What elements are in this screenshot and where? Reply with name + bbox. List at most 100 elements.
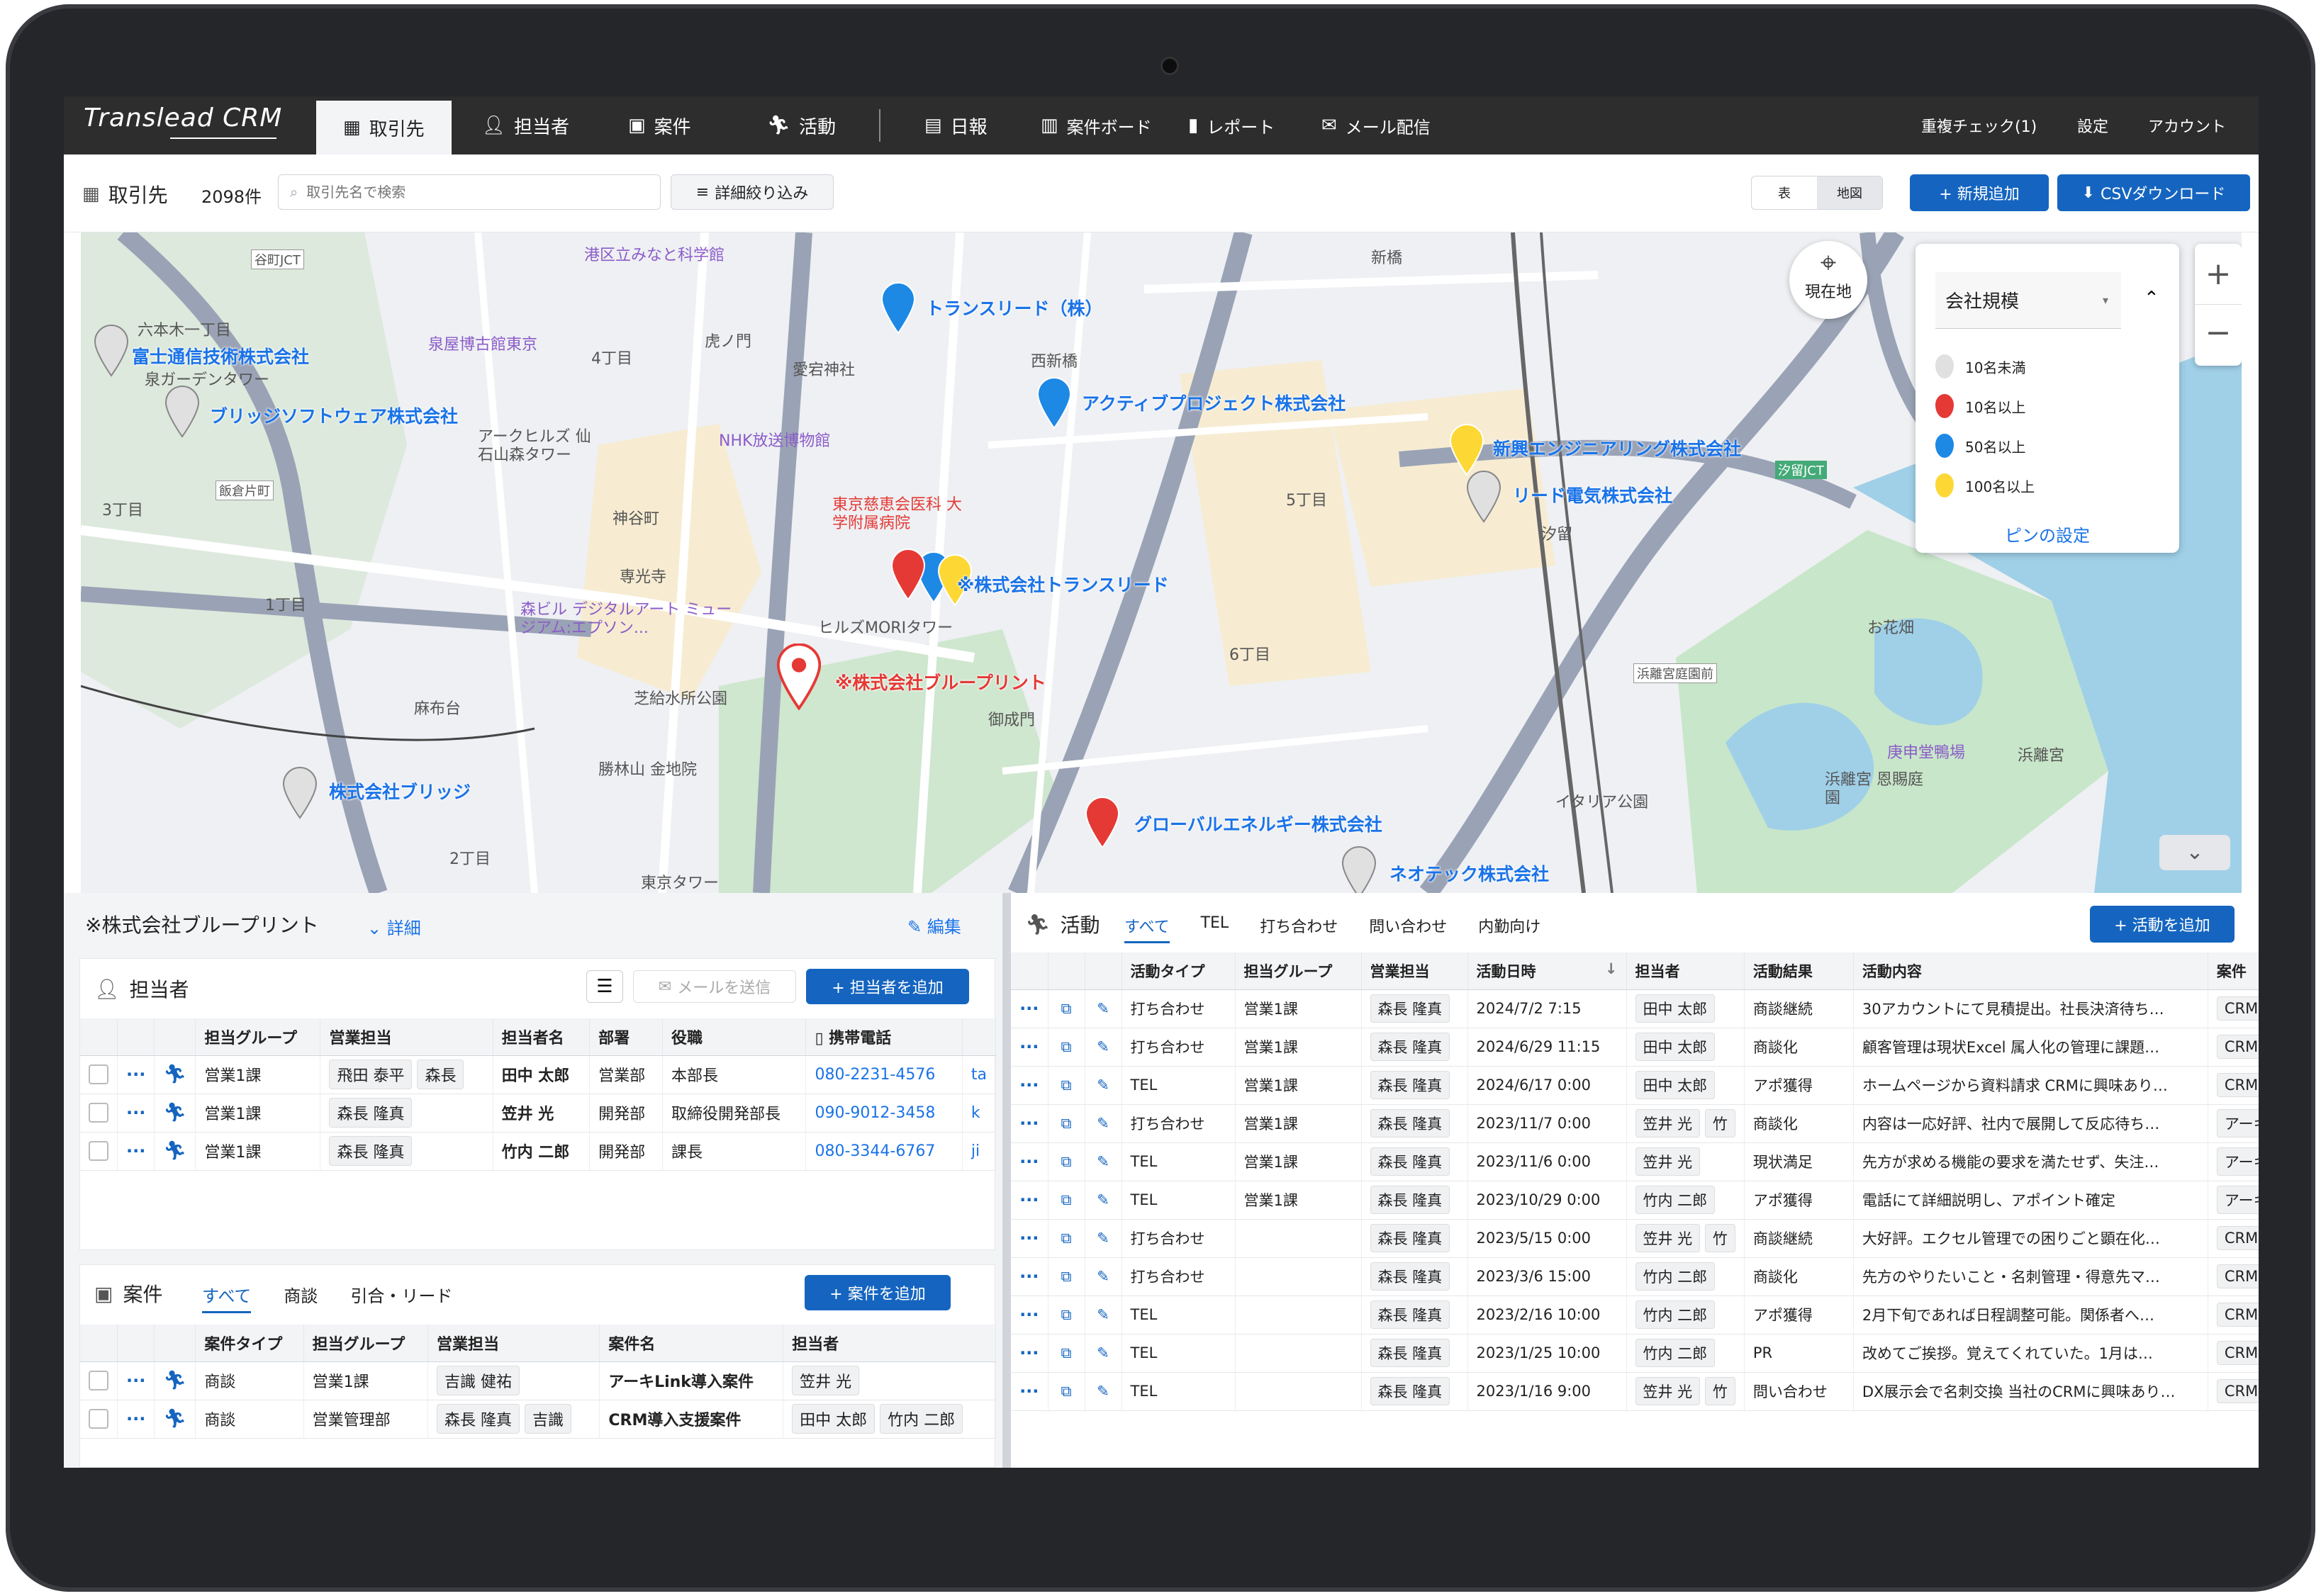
more-icon[interactable]: ··· <box>1019 1343 1039 1363</box>
pin-label[interactable]: リード電気株式会社 <box>1513 482 1672 507</box>
map-pin[interactable] <box>92 325 130 377</box>
cell-content[interactable]: 内容は一応好評、社内で展開して反応待ち… <box>1853 1104 2208 1143</box>
pin-label[interactable]: ネオテック株式会社 <box>1389 860 1549 886</box>
send-mail-button[interactable]: ✉ メールを送信 <box>633 970 796 1003</box>
col-header[interactable]: 担当者 <box>783 1325 996 1362</box>
view-map-button[interactable]: 地図 <box>1817 176 1882 209</box>
nav-duplicate-check[interactable]: 重複チェック(1) <box>1921 96 2037 154</box>
pin-label[interactable]: アクティブプロジェクト株式会社 <box>1082 390 1346 415</box>
cell-deal[interactable]: アーキ <box>2216 1186 2259 1214</box>
edit-button[interactable]: ✎ 編集 <box>907 913 961 938</box>
pencil-icon[interactable]: ✎ <box>1085 1296 1122 1334</box>
copy-icon[interactable]: ⧉ <box>1048 1257 1085 1296</box>
pin-label[interactable]: グローバルエネルギー株式会社 <box>1134 811 1382 836</box>
nav-tab-accounts[interactable]: ▦ 取引先 <box>316 101 452 154</box>
cell-content[interactable]: 先方が求める機能の要求を満たせず、失注… <box>1853 1142 2208 1181</box>
more-icon[interactable]: ··· <box>126 1141 145 1161</box>
cell-content[interactable]: 改めてご挨拶。覚えてくれていた。1月は… <box>1853 1334 2208 1373</box>
map-pin-selected[interactable] <box>774 644 824 710</box>
col-header[interactable]: 営業担当 <box>427 1325 600 1362</box>
more-icon[interactable]: ··· <box>1019 1305 1039 1325</box>
col-header[interactable]: 営業担当 <box>320 1018 493 1056</box>
runner-icon[interactable]: 🏃︎ <box>163 1370 186 1391</box>
detail-link[interactable]: ⌄ 詳細 <box>367 914 421 939</box>
map-pin[interactable] <box>163 386 201 438</box>
cell-deal[interactable]: CRM <box>2216 1226 2259 1250</box>
col-header[interactable]: 担当グループ <box>303 1325 429 1362</box>
cell-content[interactable]: 顧客管理は現状Excel 属人化の管理に課題… <box>1853 1028 2208 1067</box>
search-input[interactable] <box>306 184 633 201</box>
add-contact-button[interactable]: + 担当者を追加 <box>806 969 969 1004</box>
cell-content[interactable]: 大好評。エクセル管理での困りごと顕在化… <box>1853 1219 2208 1258</box>
add-deal-button[interactable]: + 案件を追加 <box>805 1275 951 1310</box>
cell-phone[interactable]: 080-3344-6767 <box>805 1132 963 1171</box>
map-pin[interactable] <box>1465 471 1503 523</box>
pin-label[interactable]: 富士通信技術株式会社 <box>132 343 309 369</box>
runner-icon[interactable]: 🏃︎ <box>163 1102 186 1123</box>
nav-tab-deal-board[interactable]: ▥ 案件ボード <box>1041 96 1152 154</box>
collapse-map-button[interactable]: ⌄ <box>2159 835 2230 870</box>
pencil-icon[interactable]: ✎ <box>1085 1334 1122 1373</box>
col-header[interactable]: 担当グループ <box>1235 952 1362 990</box>
cell-extra[interactable]: ta <box>962 1055 997 1094</box>
activity-tab[interactable]: 打ち合わせ <box>1260 914 1338 943</box>
more-icon[interactable]: ··· <box>1019 1190 1039 1210</box>
copy-icon[interactable]: ⧉ <box>1048 1028 1085 1067</box>
cell-name[interactable]: 竹内 二郎 <box>493 1132 591 1171</box>
pencil-icon[interactable]: ✎ <box>1085 1028 1122 1067</box>
view-table-button[interactable]: 表 <box>1752 176 1817 209</box>
table-row[interactable]: ··· 🏃︎ 営業1課 森長 隆真 竹内 二郎 開発部 課長 080-3344-… <box>80 1132 997 1171</box>
copy-icon[interactable]: ⧉ <box>1048 1372 1085 1411</box>
runner-icon[interactable]: 🏃︎ <box>163 1140 186 1162</box>
nav-tab-daily-report[interactable]: ▤ 日報 <box>924 96 988 154</box>
col-header[interactable]: 担当グループ <box>195 1018 321 1056</box>
table-row[interactable]: ··· 🏃︎ 営業1課 飛田 泰平 森長 田中 太郎 営業部 本部長 080-2… <box>80 1055 997 1094</box>
current-location-button[interactable]: ⌖ 現在地 <box>1789 241 1867 319</box>
cell-phone[interactable]: 080-2231-4576 <box>805 1055 963 1094</box>
table-row[interactable]: ··· ⧉ ✎ TEL 営業1課 森長 隆真 2023/11/6 0:00 笠井 光 現状満足先… <box>1011 1142 2259 1181</box>
map-pin[interactable] <box>1035 377 1073 429</box>
pencil-icon[interactable]: ✎ <box>1085 1066 1122 1105</box>
more-icon[interactable]: ··· <box>126 1409 145 1429</box>
more-icon[interactable]: ··· <box>1019 1228 1039 1248</box>
nav-tab-reports[interactable]: ▮ レポート <box>1188 96 1275 154</box>
add-account-button[interactable]: + 新規追加 <box>1910 174 2049 211</box>
map-pin[interactable] <box>281 767 319 819</box>
search-box[interactable]: ⌕ <box>278 174 661 210</box>
more-icon[interactable]: ··· <box>1019 1152 1039 1171</box>
col-header[interactable]: 活動日時 ↓ <box>1467 952 1627 990</box>
map-pin[interactable] <box>879 282 917 335</box>
nav-tab-contacts[interactable]: 👤︎ 担当者 <box>482 96 569 154</box>
cell-deal[interactable]: CRM <box>2216 1264 2259 1288</box>
table-row[interactable]: ··· ⧉ ✎ 打ち合わせ 営業1課 森長 隆真 2024/7/2 7:15 田中 太郎 商談継… <box>1011 989 2259 1028</box>
pin-label[interactable]: 株式会社ブリッジ <box>329 778 471 804</box>
nav-tab-activities[interactable]: 🏃︎ 活動 <box>767 96 836 154</box>
map-pin[interactable] <box>889 549 927 601</box>
row-checkbox[interactable] <box>89 1409 108 1429</box>
more-icon[interactable]: ··· <box>1019 1381 1039 1401</box>
cell-name[interactable]: 田中 太郎 <box>493 1055 591 1094</box>
zoom-in-button[interactable]: + <box>2195 244 2242 305</box>
cell-deal-name[interactable]: アーキLink導入案件 <box>599 1361 784 1400</box>
nav-tab-mail[interactable]: ✉ メール配信 <box>1321 96 1431 154</box>
row-checkbox[interactable] <box>89 1064 108 1084</box>
pencil-icon[interactable]: ✎ <box>1085 1219 1122 1258</box>
activity-tab[interactable]: 内勤向け <box>1478 914 1540 943</box>
runner-icon[interactable]: 🏃︎ <box>163 1064 186 1085</box>
col-header[interactable]: 案件名 <box>599 1325 784 1362</box>
col-header[interactable]: 案件タイプ <box>195 1325 304 1362</box>
row-checkbox[interactable] <box>89 1103 108 1123</box>
more-icon[interactable]: ··· <box>126 1371 145 1390</box>
pin-label-selected[interactable]: ※株式会社ブループリント <box>835 669 1046 695</box>
col-header[interactable]: 部署 <box>589 1018 664 1056</box>
col-header[interactable]: 活動結果 <box>1744 952 1854 990</box>
col-header[interactable]: 担当者 <box>1626 952 1745 990</box>
map-pin[interactable] <box>1448 424 1486 476</box>
copy-icon[interactable]: ⧉ <box>1048 1066 1085 1105</box>
more-icon[interactable]: ··· <box>1019 999 1039 1018</box>
chevron-up-icon[interactable]: ⌃ <box>2144 288 2159 309</box>
deal-tab[interactable]: 引合・リード <box>350 1282 452 1313</box>
copy-icon[interactable]: ⧉ <box>1048 1181 1085 1220</box>
copy-icon[interactable]: ⧉ <box>1048 1296 1085 1334</box>
more-icon[interactable]: ··· <box>126 1064 145 1084</box>
